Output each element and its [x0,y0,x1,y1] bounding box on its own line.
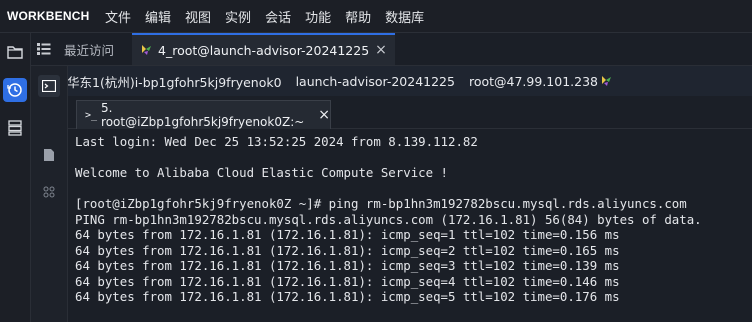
menu-function[interactable]: 功能 [305,7,331,26]
menu-view[interactable]: 视图 [185,7,211,26]
server-list-icon[interactable] [3,116,27,140]
tab-session-4-label: 4_root@launch-advisor-20241225 [158,42,370,58]
connection-bar: 华东1(杭州)i-bp1gfohr5kj9fryenok0 launch-adv… [31,66,752,96]
terminal-output[interactable]: Last login: Wed Dec 25 13:52:25 2024 fro… [68,129,752,322]
menu-help[interactable]: 帮助 [345,7,371,26]
terminal-line: 64 bytes from 172.16.1.81 (172.16.1.81):… [75,242,620,258]
terminal-line: 64 bytes from 172.16.1.81 (172.16.1.81):… [75,227,620,242]
tab-recent[interactable]: 最近访问 [56,33,122,65]
spark-icon [140,44,152,56]
menu-edit[interactable]: 编辑 [145,7,171,26]
terminal-line: 64 bytes from 172.16.1.81 (172.16.1.81):… [75,273,620,289]
menu-instance[interactable]: 实例 [225,7,251,26]
terminal-line: 64 bytes from 172.16.1.81 (172.16.1.81):… [75,289,620,304]
spark-icon [600,75,612,87]
terminal-tab-bar: >_ 5. root@iZbp1gfohr5kj9fryenok0Z:~ × [68,96,752,129]
settings-icon[interactable] [38,181,60,203]
prompt-icon: >_ [85,109,98,121]
menu-database[interactable]: 数据库 [385,7,424,26]
login-info: root@47.99.101.238 [468,73,598,89]
terminal-sidebar [31,66,68,322]
instance-info: 华东1(杭州)i-bp1gfohr5kj9fryenok0 [67,74,282,90]
terminal-line: [root@iZbp1gfohr5kj9fryenok0Z ~]# ping r… [75,196,687,211]
tab-session-4[interactable]: 4_root@launch-advisor-20241225 × [132,33,395,65]
menu-bar: WORKBENCH 文件 编辑 视图 实例 会话 功能 帮助 数据库 [0,0,752,33]
terminal-line: 64 bytes from 172.16.1.81 (172.16.1.81):… [75,258,620,273]
file-icon[interactable] [38,144,60,166]
terminal-icon[interactable] [38,75,60,97]
top-tab-bar: 最近访问 4_root@launch-advisor-20241225 × [31,33,752,66]
activity-bar [0,33,31,322]
instance-name: launch-advisor-20241225 [295,73,455,89]
history-icon[interactable] [3,78,27,102]
app-brand: WORKBENCH [7,9,90,23]
tab-list-icon[interactable] [31,33,56,65]
menu-session[interactable]: 会话 [265,7,291,26]
terminal-line: Last login: Wed Dec 25 13:52:25 2024 fro… [75,134,478,149]
close-icon[interactable]: × [375,42,387,58]
folder-icon[interactable] [3,40,27,64]
terminal-tab-label: 5. root@iZbp1gfohr5kj9fryenok0Z:~ [101,101,305,129]
terminal-line: PING rm-bp1hn3m192782bscu.mysql.rds.aliy… [75,211,702,227]
tab-recent-label: 最近访问 [64,42,115,58]
close-icon[interactable]: × [318,107,330,123]
terminal-tab-5[interactable]: >_ 5. root@iZbp1gfohr5kj9fryenok0Z:~ × [76,100,331,129]
terminal-line: Welcome to Alibaba Cloud Elastic Compute… [75,165,448,180]
menu-file[interactable]: 文件 [105,7,131,26]
